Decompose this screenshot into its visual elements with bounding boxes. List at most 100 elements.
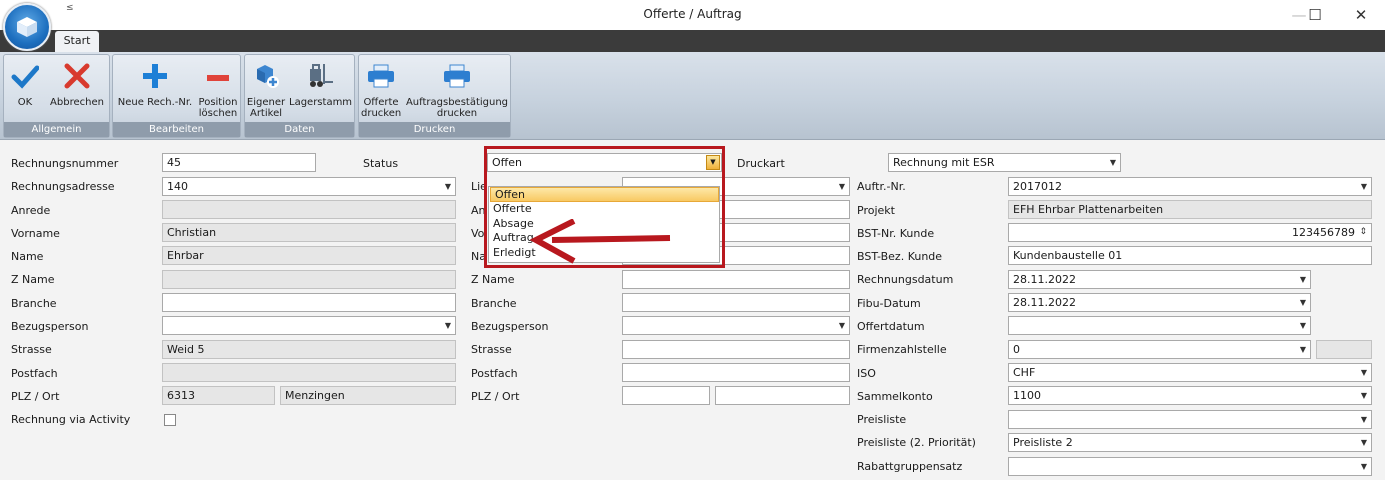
lagerstamm-button[interactable]: Lagerstamm: [289, 59, 353, 108]
label-bst-nr-kunde: BST-Nr. Kunde: [857, 227, 935, 240]
label-firmenzahlstelle: Firmenzahlstelle: [857, 343, 947, 356]
bezugsperson-select[interactable]: ▼: [162, 316, 456, 335]
label-preisliste: Preisliste: [857, 413, 907, 426]
label-vo: Vo: [471, 227, 485, 240]
iso-select[interactable]: CHF ▼: [1008, 363, 1372, 382]
rechnungsadresse-select[interactable]: 140 ▼: [162, 177, 456, 196]
plus-icon: [143, 64, 167, 88]
dropdown-arrow-icon[interactable]: ▼: [706, 155, 720, 170]
ok-button[interactable]: OK: [10, 59, 40, 108]
label-bezugsperson: Bezugsperson: [11, 320, 89, 333]
status-select[interactable]: Offen ▼: [487, 153, 722, 172]
offertdatum-picker[interactable]: ▼: [1008, 316, 1311, 335]
label-iso: ISO: [857, 367, 876, 380]
tab-start[interactable]: Start: [55, 31, 99, 52]
maximize-button[interactable]: ☐: [1300, 4, 1330, 26]
auftr-nr-select[interactable]: 2017012 ▼: [1008, 177, 1372, 196]
label-projekt: Projekt: [857, 204, 895, 217]
firmenzahlstelle-select[interactable]: 0 ▼: [1008, 340, 1311, 359]
vorname-field: Christian: [162, 223, 456, 242]
eigener-artikel-button[interactable]: Eigener Artikel: [246, 59, 286, 119]
branche-2-input[interactable]: [622, 293, 850, 312]
printer-icon: [368, 64, 394, 88]
drucken-label: drucken: [361, 108, 402, 119]
group-bearbeiten: Neue Rech.-Nr. Position löschen Bearbeite…: [112, 54, 241, 138]
chevron-down-icon: ▼: [1360, 182, 1367, 191]
status-option-offen[interactable]: Offen: [490, 187, 719, 202]
group-label: Bearbeiten: [113, 122, 240, 137]
preisliste-select[interactable]: ▼: [1008, 410, 1372, 429]
label-rechnungsdatum: Rechnungsdatum: [857, 273, 954, 286]
group-drucken: Offerte drucken Auftragsbestätigung drucke…: [358, 54, 511, 138]
firmenzahlstelle-extra-field: [1316, 340, 1372, 359]
label-rechnungsadresse: Rechnungsadresse: [11, 180, 115, 193]
postfach-2-input[interactable]: [622, 363, 850, 382]
title-bar: ≤ Offerte / Auftrag — ☐ ✕: [0, 0, 1385, 30]
z-name-field: [162, 270, 456, 289]
group-label: Drucken: [359, 122, 510, 137]
label-bst-bez-kunde: BST-Bez. Kunde: [857, 250, 943, 263]
bst-nr-kunde-value: 123456789: [1292, 226, 1355, 239]
chevron-down-icon: ▼: [838, 182, 845, 191]
label-postfach: Postfach: [11, 367, 58, 380]
close-button[interactable]: ✕: [1346, 4, 1376, 26]
ribbon: OK Abbrechen Allgemein Neue Rech.-Nr. Po…: [0, 52, 1385, 140]
strasse-2-input[interactable]: [622, 340, 850, 359]
forklift-icon: [310, 64, 333, 87]
drucken-label: drucken: [436, 108, 478, 119]
rechnungsnummer-input[interactable]: 45: [162, 153, 316, 172]
plz-2-input[interactable]: [622, 386, 710, 405]
lagerstamm-label: Lagerstamm: [289, 97, 353, 108]
ort-2-input[interactable]: [715, 386, 850, 405]
group-label: Allgemein: [4, 122, 109, 137]
cancel-x-icon: [64, 63, 90, 89]
label-preisliste-2-prioritaet: Preisliste (2. Priorität): [857, 436, 976, 449]
ort-field: Menzingen: [280, 386, 456, 405]
chevron-down-icon: ▼: [1360, 462, 1367, 471]
status-option-offerte[interactable]: Offerte: [489, 202, 719, 217]
iso-value: CHF: [1013, 366, 1036, 379]
label-auftr-nr: Auftr.-Nr.: [857, 180, 906, 193]
strasse-field: Weid 5: [162, 340, 456, 359]
add-article-cube-icon: [257, 65, 279, 88]
group-label: Daten: [245, 122, 354, 137]
offerte-drucken-button[interactable]: Offerte drucken: [361, 59, 401, 119]
auftragsbestaetigung-drucken-button[interactable]: Auftragsbestätigung drucken: [405, 59, 509, 119]
red-arrow-icon: [530, 219, 671, 264]
rechnung-via-activity-checkbox[interactable]: [164, 414, 176, 426]
label-z-name-2: Z Name: [471, 273, 515, 286]
neue-rech-nr-button[interactable]: Neue Rech.-Nr.: [115, 59, 195, 108]
bst-nr-kunde-spinner[interactable]: 123456789 ⇕: [1008, 223, 1372, 242]
z-name-2-input[interactable]: [622, 270, 850, 289]
firmenzahlstelle-value: 0: [1013, 343, 1020, 356]
status-value: Offen: [492, 156, 522, 169]
position-loeschen-button[interactable]: Position löschen: [197, 59, 239, 119]
label-anrede: Anrede: [11, 204, 51, 217]
label-strasse-2: Strasse: [471, 343, 512, 356]
preisliste-2-value: Preisliste 2: [1013, 436, 1073, 449]
auftr-nr-value: 2017012: [1013, 180, 1062, 193]
rabattgruppensatz-select[interactable]: ▼: [1008, 457, 1372, 476]
druckart-select[interactable]: Rechnung mit ESR ▼: [888, 153, 1121, 172]
ok-label: OK: [17, 97, 33, 108]
rechnungsadresse-value: 140: [167, 180, 188, 193]
preisliste-2-select[interactable]: Preisliste 2 ▼: [1008, 433, 1372, 452]
name-field: Ehrbar: [162, 246, 456, 265]
branche-input[interactable]: [162, 293, 456, 312]
label-fibu-datum: Fibu-Datum: [857, 297, 921, 310]
chevron-down-icon: ▼: [1299, 275, 1306, 284]
bezugsperson-2-select[interactable]: ▼: [622, 316, 850, 335]
fibu-datum-picker[interactable]: 28.11.2022 ▼: [1008, 293, 1311, 312]
offerte-label: Offerte: [363, 97, 399, 108]
bst-bez-kunde-input[interactable]: Kundenbaustelle 01: [1008, 246, 1372, 265]
label-z-name: Z Name: [11, 273, 55, 286]
sammelkonto-select[interactable]: 1100 ▼: [1008, 386, 1372, 405]
label-sammelkonto: Sammelkonto: [857, 390, 933, 403]
rechnungsdatum-picker[interactable]: 28.11.2022 ▼: [1008, 270, 1311, 289]
spin-updown-icon[interactable]: ⇕: [1359, 224, 1367, 241]
app-menu-orb-icon[interactable]: [3, 3, 51, 51]
plz-field: 6313: [162, 386, 275, 405]
ribbon-tab-strip: [0, 30, 1385, 52]
label-branche-2: Branche: [471, 297, 517, 310]
abbrechen-button[interactable]: Abbrechen: [48, 59, 106, 108]
